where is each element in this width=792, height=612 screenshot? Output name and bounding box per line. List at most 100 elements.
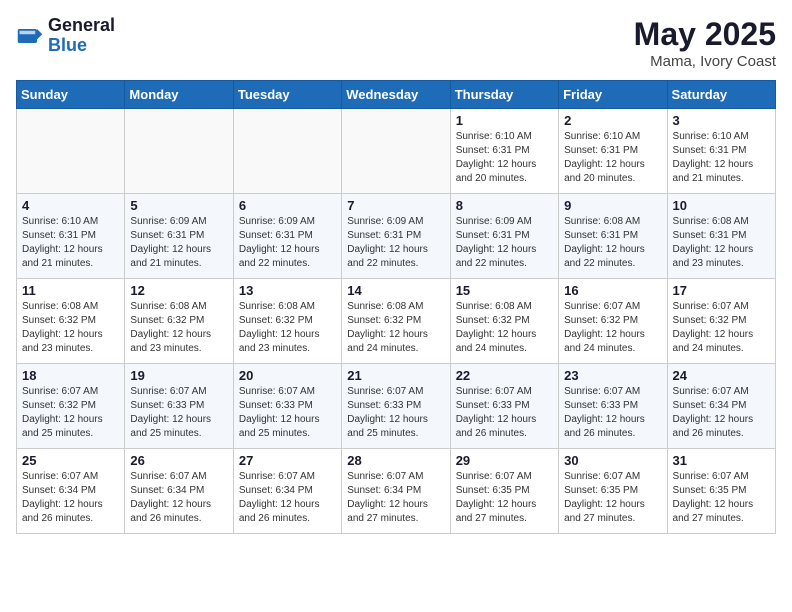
day-number: 25 — [22, 453, 119, 468]
day-number: 17 — [673, 283, 770, 298]
calendar-cell — [342, 109, 450, 194]
day-info: Sunrise: 6:07 AMSunset: 6:33 PMDaylight:… — [130, 385, 227, 441]
calendar-week-2: 4 Sunrise: 6:10 AMSunset: 6:31 PMDaylight… — [17, 194, 776, 279]
day-number: 6 — [239, 198, 336, 213]
calendar-cell: 14 Sunrise: 6:08 AMSunset: 6:32 PMDayligh… — [342, 279, 450, 364]
day-number: 29 — [456, 453, 553, 468]
day-number: 7 — [347, 198, 444, 213]
calendar-cell: 31 Sunrise: 6:07 AMSunset: 6:35 PMDayligh… — [667, 449, 775, 534]
day-info: Sunrise: 6:10 AMSunset: 6:31 PMDaylight:… — [673, 130, 770, 186]
calendar-cell: 29Sunrise: 6:07 AMSunset: 6:35 PMDayligh… — [450, 449, 558, 534]
calendar-cell: 16Sunrise: 6:07 AMSunset: 6:32 PMDayligh… — [559, 279, 667, 364]
calendar-cell: 7 Sunrise: 6:09 AMSunset: 6:31 PMDaylight… — [342, 194, 450, 279]
day-number: 16 — [564, 283, 661, 298]
calendar-cell: 4 Sunrise: 6:10 AMSunset: 6:31 PMDaylight… — [17, 194, 125, 279]
day-number: 18 — [22, 368, 119, 383]
day-info: Sunrise: 6:10 AMSunset: 6:31 PMDaylight:… — [456, 130, 553, 186]
calendar-cell: 10 Sunrise: 6:08 AMSunset: 6:31 PMDayligh… — [667, 194, 775, 279]
day-number: 20 — [239, 368, 336, 383]
day-info: Sunrise: 6:08 AMSunset: 6:32 PMDaylight:… — [22, 300, 119, 356]
day-number: 2 — [564, 113, 661, 128]
day-info: Sunrise: 6:08 AMSunset: 6:31 PMDaylight:… — [673, 215, 770, 271]
calendar-cell: 8Sunrise: 6:09 AMSunset: 6:31 PMDaylight… — [450, 194, 558, 279]
calendar-cell — [233, 109, 341, 194]
calendar-table: SundayMondayTuesdayWednesdayThursdayFrid… — [16, 80, 776, 534]
calendar-cell: 19Sunrise: 6:07 AMSunset: 6:33 PMDayligh… — [125, 364, 233, 449]
calendar-cell: 13 Sunrise: 6:08 AMSunset: 6:32 PMDayligh… — [233, 279, 341, 364]
day-number: 14 — [347, 283, 444, 298]
day-info: Sunrise: 6:07 AMSunset: 6:35 PMDaylight:… — [673, 470, 770, 526]
day-info: Sunrise: 6:08 AMSunset: 6:31 PMDaylight:… — [564, 215, 661, 271]
calendar-week-1: 1Sunrise: 6:10 AMSunset: 6:31 PMDaylight… — [17, 109, 776, 194]
day-info: Sunrise: 6:07 AMSunset: 6:33 PMDaylight:… — [564, 385, 661, 441]
day-number: 4 — [22, 198, 119, 213]
day-info: Sunrise: 6:07 AMSunset: 6:34 PMDaylight:… — [22, 470, 119, 526]
calendar-cell: 9 Sunrise: 6:08 AMSunset: 6:31 PMDaylight… — [559, 194, 667, 279]
logo-general: General — [48, 16, 115, 36]
calendar-cell: 6 Sunrise: 6:09 AMSunset: 6:31 PMDaylight… — [233, 194, 341, 279]
day-info: Sunrise: 6:07 AMSunset: 6:32 PMDaylight:… — [673, 300, 770, 356]
calendar-cell: 5Sunrise: 6:09 AMSunset: 6:31 PMDaylight… — [125, 194, 233, 279]
calendar-cell: 21 Sunrise: 6:07 AMSunset: 6:33 PMDayligh… — [342, 364, 450, 449]
calendar-cell: 30Sunrise: 6:07 AMSunset: 6:35 PMDayligh… — [559, 449, 667, 534]
calendar-cell: 27Sunrise: 6:07 AMSunset: 6:34 PMDayligh… — [233, 449, 341, 534]
day-number: 12 — [130, 283, 227, 298]
weekday-header-sunday: Sunday — [17, 81, 125, 109]
calendar-cell: 24 Sunrise: 6:07 AMSunset: 6:34 PMDayligh… — [667, 364, 775, 449]
calendar-week-4: 18 Sunrise: 6:07 AMSunset: 6:32 PMDayligh… — [17, 364, 776, 449]
day-number: 8 — [456, 198, 553, 213]
day-number: 24 — [673, 368, 770, 383]
day-info: Sunrise: 6:09 AMSunset: 6:31 PMDaylight:… — [239, 215, 336, 271]
weekday-header-friday: Friday — [559, 81, 667, 109]
logo: General Blue — [16, 16, 115, 56]
calendar-cell: 26 Sunrise: 6:07 AMSunset: 6:34 PMDayligh… — [125, 449, 233, 534]
day-info: Sunrise: 6:08 AMSunset: 6:32 PMDaylight:… — [347, 300, 444, 356]
calendar-cell — [17, 109, 125, 194]
day-info: Sunrise: 6:10 AMSunset: 6:31 PMDaylight:… — [22, 215, 119, 271]
logo-text: General Blue — [48, 16, 115, 56]
logo-blue-text: Blue — [48, 36, 115, 56]
calendar-cell: 23 Sunrise: 6:07 AMSunset: 6:33 PMDayligh… — [559, 364, 667, 449]
weekday-header-tuesday: Tuesday — [233, 81, 341, 109]
calendar-cell: 18 Sunrise: 6:07 AMSunset: 6:32 PMDayligh… — [17, 364, 125, 449]
day-number: 27 — [239, 453, 336, 468]
day-info: Sunrise: 6:07 AMSunset: 6:32 PMDaylight:… — [22, 385, 119, 441]
day-number: 22 — [456, 368, 553, 383]
logo-icon — [16, 22, 44, 50]
calendar-cell: 22Sunrise: 6:07 AMSunset: 6:33 PMDayligh… — [450, 364, 558, 449]
day-number: 15 — [456, 283, 553, 298]
day-info: Sunrise: 6:07 AMSunset: 6:33 PMDaylight:… — [347, 385, 444, 441]
day-number: 21 — [347, 368, 444, 383]
day-number: 13 — [239, 283, 336, 298]
calendar-week-5: 25 Sunrise: 6:07 AMSunset: 6:34 PMDayligh… — [17, 449, 776, 534]
day-number: 9 — [564, 198, 661, 213]
day-number: 28 — [347, 453, 444, 468]
day-info: Sunrise: 6:07 AMSunset: 6:35 PMDaylight:… — [564, 470, 661, 526]
day-number: 31 — [673, 453, 770, 468]
day-info: Sunrise: 6:07 AMSunset: 6:34 PMDaylight:… — [673, 385, 770, 441]
day-number: 3 — [673, 113, 770, 128]
day-info: Sunrise: 6:08 AMSunset: 6:32 PMDaylight:… — [456, 300, 553, 356]
day-number: 10 — [673, 198, 770, 213]
calendar-cell: 25 Sunrise: 6:07 AMSunset: 6:34 PMDayligh… — [17, 449, 125, 534]
calendar-cell: 2 Sunrise: 6:10 AMSunset: 6:31 PMDaylight… — [559, 109, 667, 194]
calendar-cell: 15 Sunrise: 6:08 AMSunset: 6:32 PMDayligh… — [450, 279, 558, 364]
calendar-cell: 17 Sunrise: 6:07 AMSunset: 6:32 PMDayligh… — [667, 279, 775, 364]
day-info: Sunrise: 6:08 AMSunset: 6:32 PMDaylight:… — [239, 300, 336, 356]
day-number: 11 — [22, 283, 119, 298]
weekday-header-wednesday: Wednesday — [342, 81, 450, 109]
calendar-cell: 3 Sunrise: 6:10 AMSunset: 6:31 PMDaylight… — [667, 109, 775, 194]
month-year-title: May 2025 — [634, 16, 776, 53]
title-block: May 2025 Mama, Ivory Coast — [634, 16, 776, 70]
day-number: 23 — [564, 368, 661, 383]
day-number: 26 — [130, 453, 227, 468]
day-info: Sunrise: 6:09 AMSunset: 6:31 PMDaylight:… — [347, 215, 444, 271]
calendar-cell: 28 Sunrise: 6:07 AMSunset: 6:34 PMDayligh… — [342, 449, 450, 534]
day-info: Sunrise: 6:10 AMSunset: 6:31 PMDaylight:… — [564, 130, 661, 186]
weekday-header-saturday: Saturday — [667, 81, 775, 109]
page-header: General Blue May 2025 Mama, Ivory Coast — [16, 16, 776, 70]
day-info: Sunrise: 6:07 AMSunset: 6:34 PMDaylight:… — [347, 470, 444, 526]
calendar-cell — [125, 109, 233, 194]
day-info: Sunrise: 6:07 AMSunset: 6:33 PMDaylight:… — [239, 385, 336, 441]
day-info: Sunrise: 6:07 AMSunset: 6:34 PMDaylight:… — [130, 470, 227, 526]
